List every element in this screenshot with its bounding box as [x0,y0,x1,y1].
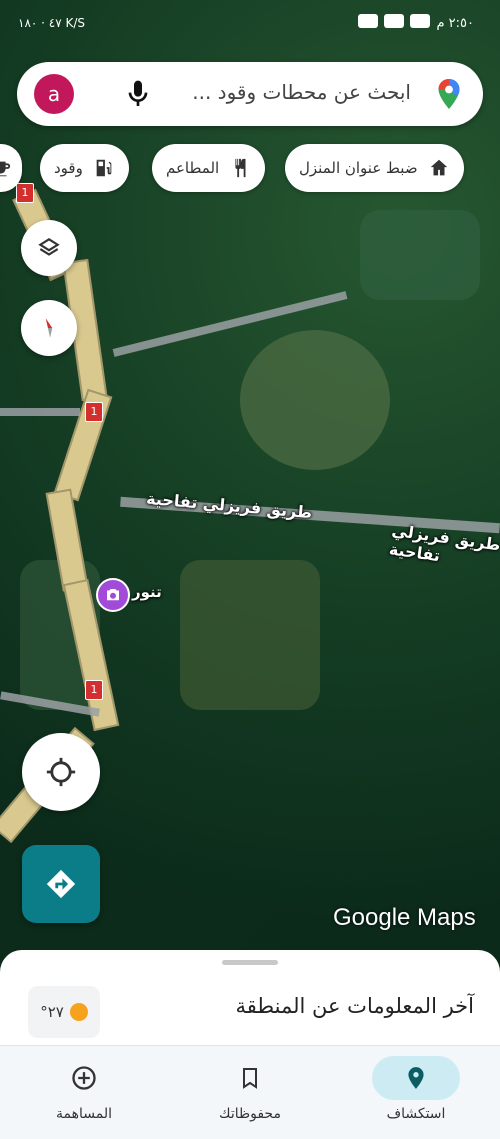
chip-label: وقود [54,159,83,177]
road-number-sign: 1 [85,402,103,422]
main-road [53,388,113,502]
field-patch [360,210,480,300]
status-time: ٢:٥٠ م [436,16,474,31]
google-maps-watermark: Google Maps [333,904,476,931]
crosshair-icon [46,757,76,787]
layers-icon [38,238,60,256]
search-bar[interactable]: a ابحث عن محطات وقود ... [17,62,483,126]
nav-explore[interactable]: استكشاف [346,1056,486,1132]
nav-saved[interactable]: محفوظاتك [180,1056,320,1132]
side-road [0,408,80,416]
status-bar: ٤٧ · ١٨٠ K/S ٢:٥٠ م [0,0,500,48]
status-left-info: ٤٧ · ١٨٠ K/S [18,16,86,30]
my-location-button[interactable] [22,733,100,811]
road-number-sign: 1 [85,680,103,700]
layers-button[interactable] [21,220,77,276]
bottom-navigation: استكشاف محفوظاتك المساهمة [0,1045,500,1139]
compass-icon [45,318,53,338]
gas-station-icon [96,159,112,177]
nav-label: استكشاف [386,1106,446,1122]
camera-icon [107,589,119,601]
google-maps-logo-icon [438,79,460,109]
chip-label: المطاعم [166,159,220,177]
chip-label: ضبط عنوان المنزل [299,159,418,177]
place-photo-pin[interactable] [96,578,130,612]
chip-set-home-address[interactable]: ضبط عنوان المنزل [285,144,464,192]
weather-badge[interactable]: °٢٧ [28,986,100,1038]
field-patch [180,560,320,710]
youtube-icon [358,14,378,28]
search-input[interactable]: ابحث عن محطات وقود ... [192,80,411,104]
notification-icons [358,14,430,28]
chip-gas[interactable]: وقود [40,144,129,192]
parking-icon [410,14,430,28]
home-icon [430,159,447,176]
chip-restaurants[interactable]: المطاعم [152,144,266,192]
bookmark-icon [243,1068,257,1089]
microphone-icon[interactable] [122,78,154,110]
field-patch [240,330,390,470]
add-circle-icon [72,1066,96,1090]
avatar[interactable]: a [34,74,74,114]
bottom-sheet[interactable]: °٢٧ آخر المعلومات عن المنطقة [0,950,500,1050]
directions-icon [46,869,76,899]
nav-label: المساهمة [56,1106,112,1122]
restaurant-icon [235,158,246,178]
place-label[interactable]: تنور [132,583,162,601]
sun-icon [69,1003,88,1021]
cafe-icon [0,161,11,177]
sheet-drag-handle[interactable] [222,960,278,965]
compass-button[interactable] [21,300,77,356]
sheet-title: آخر المعلومات عن المنطقة [235,994,475,1018]
temperature: °٢٧ [40,1003,64,1021]
road-number-sign: 1 [16,183,34,203]
location-pin-icon [408,1067,424,1089]
nav-label: محفوظاتك [219,1106,281,1122]
facebook-icon [384,14,404,28]
road-label: طريق فريزلي تفاحية [145,488,313,523]
nav-contribute[interactable]: المساهمة [14,1056,154,1132]
directions-button[interactable] [22,845,100,923]
